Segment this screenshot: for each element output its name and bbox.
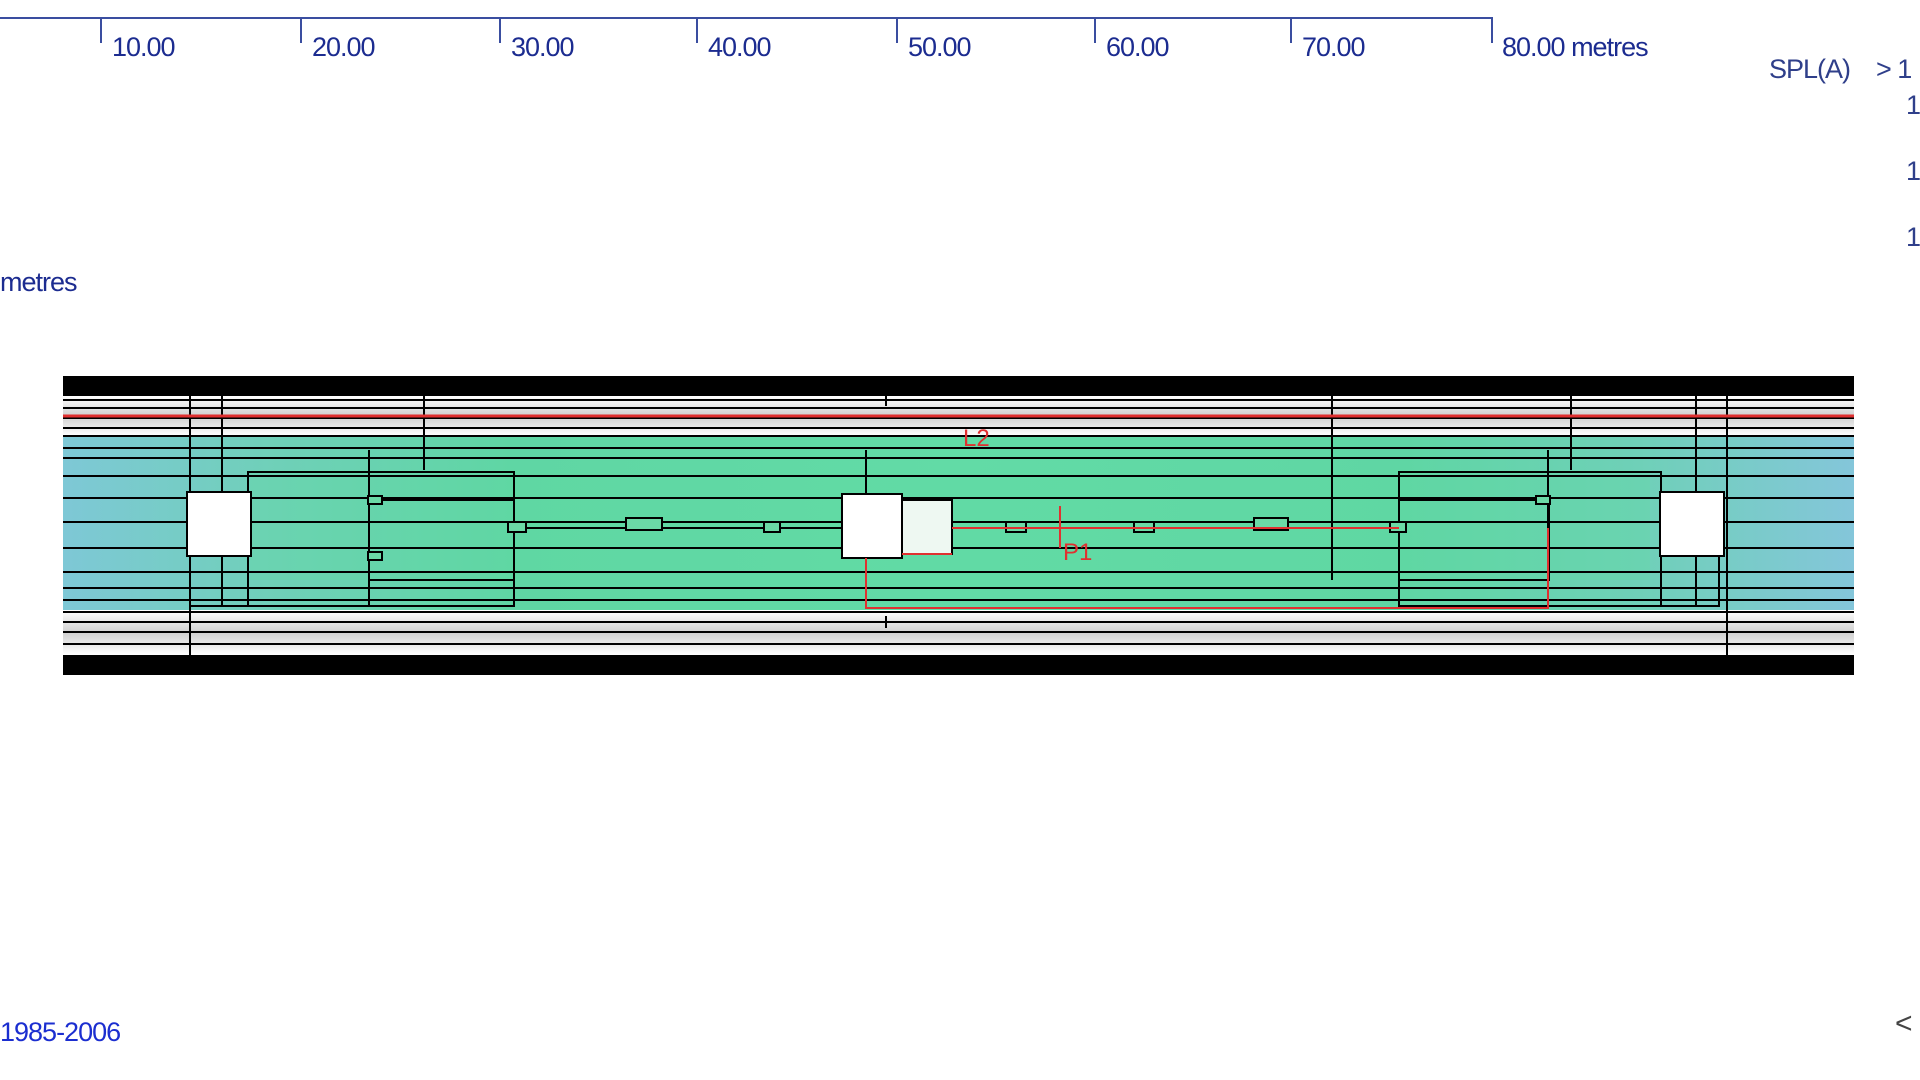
floor-plan-canvas[interactable]: L2 P1	[0, 0, 1920, 1080]
app-window: 10.00 20.00 30.00 40.00 50.00 60.00 70.0…	[0, 0, 1920, 1080]
center-box	[841, 493, 903, 559]
bottom-wall	[63, 655, 1854, 675]
copyright-text: 1985-2006	[0, 1017, 121, 1047]
line-label-l2: L2	[963, 425, 990, 452]
pillar-right	[1659, 491, 1725, 557]
point-label-p1: P1	[1063, 539, 1092, 566]
scroll-left-arrow[interactable]: <	[1895, 1007, 1913, 1041]
pillar-left	[186, 491, 252, 557]
center-box-annex	[901, 499, 953, 555]
top-wall	[63, 376, 1854, 396]
building-outline	[63, 376, 1854, 675]
